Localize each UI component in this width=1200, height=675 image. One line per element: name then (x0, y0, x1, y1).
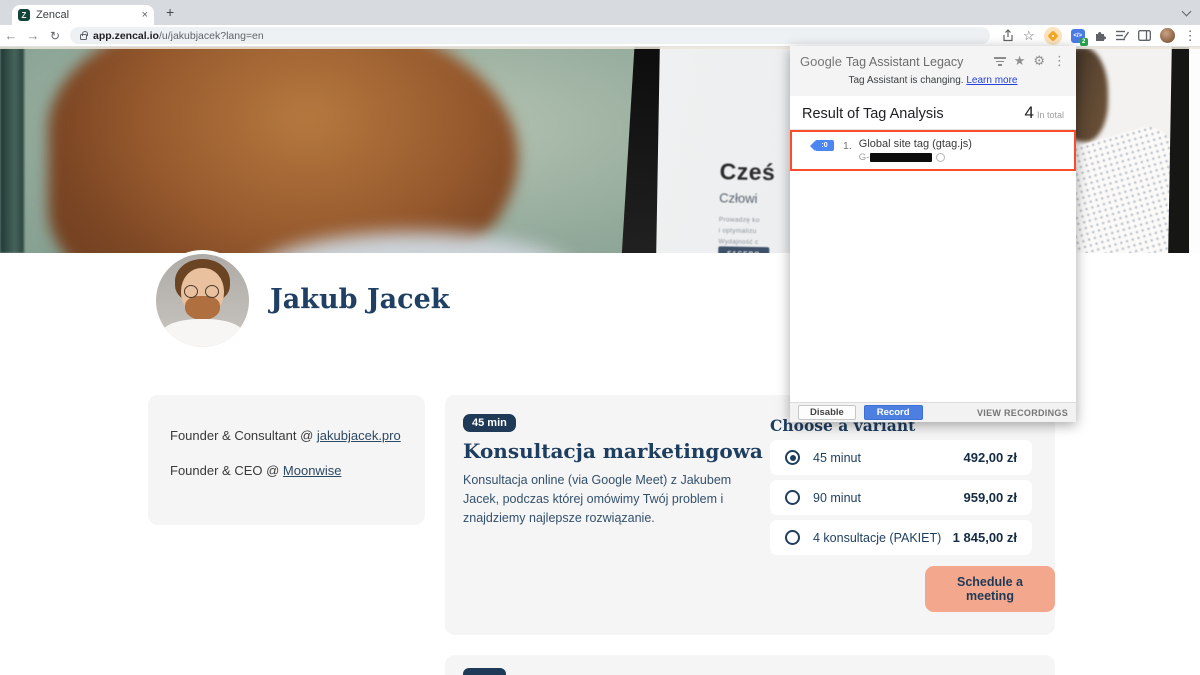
changing-banner: Tag Assistant is changing. Learn more (800, 69, 1066, 90)
address-bar[interactable]: app.zencal.io/u/jakubjacek?lang=en (70, 27, 990, 44)
reload-icon[interactable]: ↻ (44, 29, 66, 43)
new-tab-button[interactable]: + (166, 4, 174, 20)
hero-woman-hair (48, 47, 518, 253)
radio-icon[interactable] (785, 490, 800, 505)
redacted-tag-id (870, 153, 932, 162)
variant-option-90-minut[interactable]: 90 minut 959,00 zł (770, 480, 1032, 515)
meeting-title: Konsultacja marketingowa (463, 439, 763, 463)
result-heading: Result of Tag Analysis (802, 106, 944, 122)
variant-price: 492,00 zł (964, 450, 1018, 465)
tab-search-chevron-icon[interactable] (1182, 7, 1192, 17)
onscreen-heading: Cześ (719, 158, 775, 186)
moonwise-link[interactable]: Moonwise (283, 463, 342, 478)
forward-icon[interactable]: → (22, 28, 44, 43)
hero-man-photo (1076, 47, 1172, 253)
onscreen-facebook-button: FACEBO (718, 246, 769, 253)
product-title: Tag Assistant Legacy (846, 55, 963, 69)
variant-option-45-minut[interactable]: 45 minut 492,00 zł (770, 440, 1032, 475)
tag-index: 1. (843, 140, 852, 152)
popup-header: Google Tag Assistant Legacy ★ ⚙ ⋮ Tag As… (790, 46, 1076, 96)
popup-footer: Disable Record VIEW RECORDINGS (790, 402, 1076, 422)
extensions-puzzle-icon[interactable] (1094, 29, 1107, 42)
share-icon[interactable] (1002, 29, 1014, 42)
radio-selected-icon[interactable] (785, 450, 800, 465)
tab-title: Zencal (36, 9, 136, 21)
popup-menu-icon[interactable]: ⋮ (1053, 55, 1066, 68)
role-line: Founder & Consultant @ jakubjacek.pro (170, 428, 403, 443)
duration-badge: 45 min (463, 414, 516, 432)
tag-assistant-extension-icon[interactable] (1044, 27, 1062, 45)
zencal-favicon: Z (18, 9, 30, 21)
hero-right-margin (1189, 47, 1200, 253)
variant-option-pakiet[interactable]: 4 konsultacje (PAKIET) 1 845,00 zł (770, 520, 1032, 555)
bookmark-star-icon[interactable]: ☆ (1023, 29, 1035, 42)
variant-price: 1 845,00 zł (953, 530, 1017, 545)
rate-star-icon[interactable]: ★ (1014, 55, 1026, 68)
browser-tab[interactable]: Z Zencal × (12, 5, 154, 25)
result-header-row: Result of Tag Analysis 4In total (790, 96, 1076, 130)
profile-avatar (152, 250, 253, 351)
browser-menu-icon[interactable]: ⋮ (1184, 29, 1197, 42)
hero-man-head (1076, 47, 1108, 142)
browser-profile-avatar[interactable] (1160, 28, 1175, 43)
extension-badge: 2 (1080, 38, 1088, 46)
google-logo-text: Google (800, 54, 842, 69)
tag-name: Global site tag (gtag.js) (859, 138, 972, 150)
side-panel-icon[interactable] (1138, 30, 1151, 41)
role-line: Founder & CEO @ Moonwise (170, 463, 403, 478)
jakubjacek-pro-link[interactable]: jakubjacek.pro (317, 428, 401, 443)
radio-icon[interactable] (785, 530, 800, 545)
inspect-icon[interactable] (936, 153, 945, 162)
next-meeting-card-partial (445, 655, 1055, 675)
highlighted-tag-row[interactable]: :0 1. Global site tag (gtag.js) G- (790, 130, 1076, 171)
avatar-glasses-icon (184, 285, 198, 298)
record-button[interactable]: Record (864, 405, 923, 420)
next-duration-badge-partial (463, 668, 506, 675)
code-extension-icon[interactable]: </>2 (1071, 29, 1085, 43)
filter-icon[interactable] (994, 57, 1006, 66)
view-recordings-link[interactable]: VIEW RECORDINGS (977, 408, 1068, 418)
variant-price: 959,00 zł (964, 490, 1018, 505)
meeting-description: Konsultacja online (via Google Meet) z J… (463, 471, 745, 527)
learn-more-link[interactable]: Learn more (966, 75, 1017, 86)
popup-empty-body (790, 171, 1076, 402)
settings-gear-icon[interactable]: ⚙ (1033, 55, 1045, 68)
tag-total: 4In total (1025, 103, 1065, 123)
lock-icon[interactable] (80, 34, 87, 40)
browser-toolbar: ← → ↻ app.zencal.io/u/jakubjacek?lang=en… (0, 25, 1200, 47)
tag-assistant-popup: Google Tag Assistant Legacy ★ ⚙ ⋮ Tag As… (790, 46, 1076, 422)
disable-button[interactable]: Disable (798, 405, 856, 420)
gtag-tag-icon: :0 (815, 140, 834, 151)
reading-list-icon[interactable] (1116, 30, 1129, 41)
back-icon[interactable]: ← (0, 28, 22, 43)
schedule-meeting-button[interactable]: Schedule a meeting (925, 566, 1055, 612)
tab-strip: Z Zencal × + (0, 0, 1200, 25)
tab-close-icon[interactable]: × (142, 9, 148, 21)
profile-name: Jakub Jacek (270, 284, 449, 315)
hero-left-frame (0, 47, 24, 253)
tag-id-row: G- (859, 152, 972, 163)
onscreen-subheading: Człowi (719, 190, 758, 206)
profile-roles-card: Founder & Consultant @ jakubjacek.pro Fo… (148, 395, 425, 525)
url-text: app.zencal.io/u/jakubjacek?lang=en (93, 30, 264, 42)
meeting-type-card: 45 min Konsultacja marketingowa Konsulta… (445, 395, 1055, 635)
